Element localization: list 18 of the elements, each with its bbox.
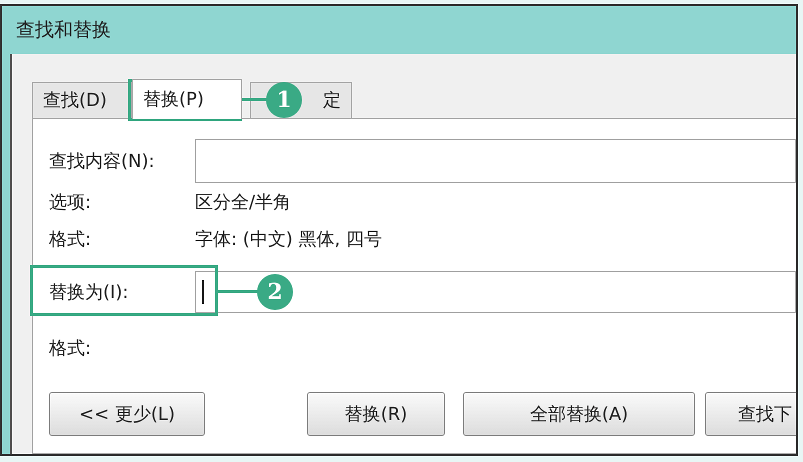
option-value: 区分全/半角 xyxy=(195,191,292,215)
find-field[interactable] xyxy=(195,139,796,183)
window-title: 查找和替换 xyxy=(16,18,111,43)
format-label: 格式: xyxy=(49,337,92,361)
dialog-button[interactable]: 替换(R) xyxy=(307,392,445,436)
dialog-button[interactable]: << 更少(L) xyxy=(49,392,205,436)
tab[interactable]: 查找(D) xyxy=(32,82,132,118)
option-value: 字体: (中文) 黑体, 四号 xyxy=(195,228,382,252)
option-label: 选项: xyxy=(49,191,92,215)
field-label: 替换为(I): xyxy=(49,280,130,304)
field-label: 查找内容(N): xyxy=(49,150,156,174)
dialog-button[interactable]: 查找下 xyxy=(705,392,796,436)
option-label: 格式: xyxy=(49,228,92,252)
tab[interactable]: 替换(P) xyxy=(132,79,242,119)
leader-line xyxy=(218,290,258,293)
leader-line xyxy=(242,98,268,101)
replace-field[interactable] xyxy=(195,271,796,313)
dialog-button[interactable]: 全部替换(A) xyxy=(463,392,695,436)
